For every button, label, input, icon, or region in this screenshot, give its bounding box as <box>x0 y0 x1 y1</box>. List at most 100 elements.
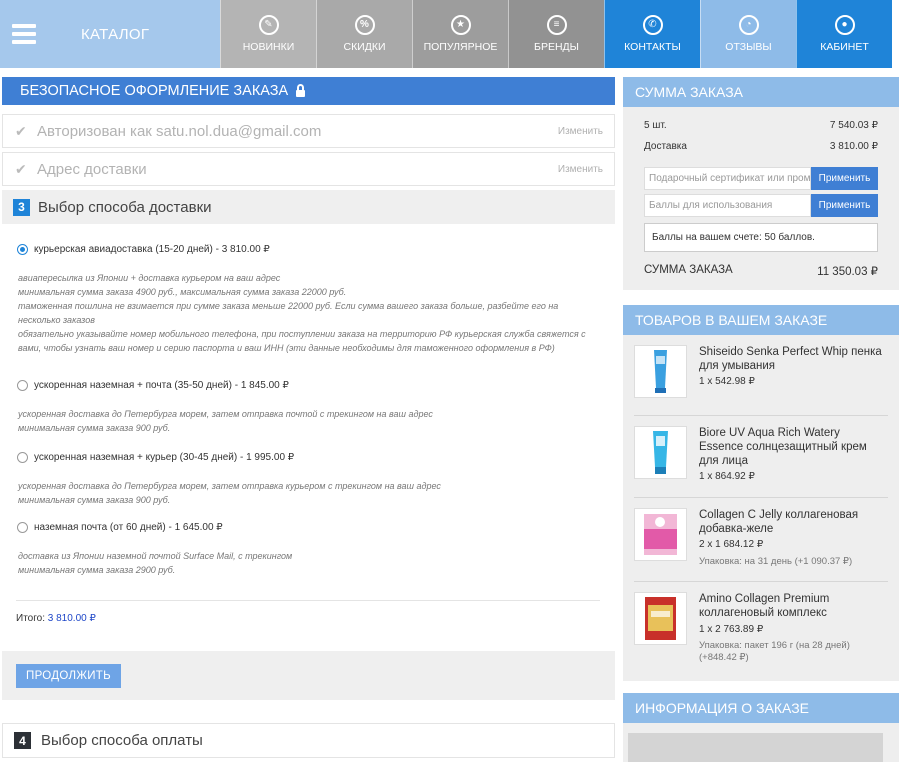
order-total-value: 11 350.03 ₽ <box>817 266 878 278</box>
change-address-link[interactable]: Изменить <box>558 164 603 175</box>
lock-icon <box>296 83 306 97</box>
description-line: минимальная сумма заказа 900 руб. <box>18 423 171 433</box>
auth-text: Авторизован как satu.nol.dua@gmail.com <box>37 122 322 140</box>
nav-item-label: СКИДКИ <box>343 41 386 53</box>
nav-item-reviews[interactable]: ◔ ОТЗЫВЫ <box>700 0 796 68</box>
check-icon: ✔ <box>15 160 27 177</box>
description-line: таможенная пошлина не взимается при сумм… <box>18 301 559 325</box>
delivery-option: ускоренная наземная + почта (35-50 дней)… <box>2 380 615 435</box>
product-qty: 1 x 2 763.89 ₽ <box>699 624 764 635</box>
description-line: обязательно указывайте номер мобильного … <box>18 329 586 353</box>
delivery-option-label[interactable]: ускоренная наземная + почта (35-50 дней)… <box>34 380 289 391</box>
total-value: 3 810.00 ₽ <box>47 613 96 624</box>
nav-item-new[interactable]: ✎ НОВИНКИ <box>220 0 316 68</box>
order-info-title: ИНФОРМАЦИЯ О ЗАКАЗЕ <box>623 693 899 723</box>
nav-item-label: КОНТАКТЫ <box>624 41 681 53</box>
product-packaging: Упаковка: на 31 день (+1 090.37 ₽) <box>699 556 853 567</box>
tag-icon: ✎ <box>258 15 279 35</box>
change-auth-link[interactable]: Изменить <box>558 126 603 137</box>
product-image[interactable] <box>634 592 687 645</box>
delivery-radio[interactable] <box>17 452 28 463</box>
secure-checkout-title: БЕЗОПАСНОЕ ОФОРМЛЕНИЕ ЗАКАЗА <box>20 83 289 99</box>
check-icon: ✔ <box>15 122 27 139</box>
delivery-radio[interactable] <box>17 380 28 391</box>
delivery-option-label[interactable]: ускоренная наземная + курьер (30-45 дней… <box>34 452 294 463</box>
description-line: ускоренная доставка до Петербурга морем,… <box>18 481 441 491</box>
description-line: минимальная сумма заказа 4900 руб., макс… <box>18 287 347 297</box>
delivery-option-description: ускоренная доставка до Петербурга морем,… <box>18 407 598 435</box>
percent-icon: % <box>354 15 375 35</box>
promo-code-input[interactable]: Подарочный сертификат или промо-код <box>644 167 811 190</box>
delivery-option-description: авиапересылка из Японии + доставка курье… <box>18 271 598 355</box>
top-navigation: КАТАЛОГ ✎ НОВИНКИ % СКИДКИ ★ ПОПУЛЯРНОЕ … <box>0 0 900 68</box>
description-line: минимальная сумма заказа 2900 руб. <box>18 565 176 575</box>
product-name[interactable]: Amino Collagen Premium коллагеновый комп… <box>699 592 884 620</box>
description-line: авиапересылка из Японии + доставка курье… <box>18 273 281 283</box>
order-total-label: СУММА ЗАКАЗА <box>644 264 733 276</box>
apply-points-button[interactable]: Применить <box>811 194 878 217</box>
cart-item: Biore UV Aqua Rich Watery Essence солнце… <box>634 426 888 486</box>
list-icon: ≡ <box>546 15 567 35</box>
items-label: 5 шт. <box>644 120 667 131</box>
cart-panel: ТОВАРОВ В ВАШЕМ ЗАКАЗЕ Shiseido Senka Pe… <box>623 305 899 681</box>
step-number-badge: 3 <box>13 198 30 216</box>
description-line: минимальная сумма заказа 900 руб. <box>18 495 171 505</box>
delivery-option-description: ускоренная доставка до Петербурга морем,… <box>18 479 598 507</box>
nav-item-account[interactable]: ● КАБИНЕТ <box>796 0 892 68</box>
product-image[interactable] <box>634 426 687 479</box>
product-qty: 1 x 542.98 ₽ <box>699 376 755 387</box>
divider <box>16 600 600 601</box>
order-info-placeholder <box>628 733 883 762</box>
step-number-badge: 4 <box>14 732 31 749</box>
catalog-menu-button[interactable]: КАТАЛОГ <box>0 0 220 68</box>
divider <box>634 415 888 416</box>
delivery-option-label[interactable]: курьерская авиадоставка (15-20 дней) - 3… <box>34 244 270 255</box>
user-icon: ● <box>834 15 855 35</box>
nav-item-discounts[interactable]: % СКИДКИ <box>316 0 412 68</box>
rss-icon: ◔ <box>738 15 759 35</box>
product-name[interactable]: Biore UV Aqua Rich Watery Essence солнце… <box>699 426 884 468</box>
product-name[interactable]: Shiseido Senka Perfect Whip пенка для ум… <box>699 345 884 373</box>
secure-checkout-header: БЕЗОПАСНОЕ ОФОРМЛЕНИЕ ЗАКАЗА <box>2 77 615 105</box>
nav-item-label: КАБИНЕТ <box>820 41 869 53</box>
continue-button[interactable]: ПРОДОЛЖИТЬ <box>16 664 121 688</box>
nav-item-label: БРЕНДЫ <box>534 41 579 53</box>
items-value: 7 540.03 ₽ <box>829 120 878 131</box>
product-qty: 1 x 864.92 ₽ <box>699 471 755 482</box>
delivery-value: 3 810.00 ₽ <box>829 141 878 152</box>
delivery-radio[interactable] <box>17 522 28 533</box>
product-image[interactable] <box>634 508 687 561</box>
nav-item-brands[interactable]: ≡ БРЕНДЫ <box>508 0 604 68</box>
product-image[interactable] <box>634 345 687 398</box>
phone-icon: ✆ <box>642 15 663 35</box>
cart-item: Amino Collagen Premium коллагеновый комп… <box>634 592 888 672</box>
nav-item-label: ПОПУЛЯРНОЕ <box>423 41 498 53</box>
nav-item-popular[interactable]: ★ ПОПУЛЯРНОЕ <box>412 0 508 68</box>
order-summary-panel: СУММА ЗАКАЗА 5 шт. 7 540.03 ₽ Доставка 3… <box>623 77 899 290</box>
step-delivery-title: Выбор способа доставки <box>38 198 212 216</box>
nav-item-label: ОТЗЫВЫ <box>725 41 772 53</box>
step-payment-header[interactable]: 4 Выбор способа оплаты <box>2 723 615 758</box>
divider <box>634 581 888 582</box>
hamburger-icon <box>12 24 36 44</box>
step-delivery-header: 3 Выбор способа доставки <box>2 190 615 224</box>
order-summary-title: СУММА ЗАКАЗА <box>623 77 899 107</box>
product-name[interactable]: Collagen C Jelly коллагеновая добавка-же… <box>699 508 884 536</box>
apply-promo-button[interactable]: Применить <box>811 167 878 190</box>
product-qty: 2 x 1 684.12 ₽ <box>699 539 764 550</box>
delivery-radio[interactable] <box>17 244 28 255</box>
star-icon: ★ <box>450 15 471 35</box>
continue-area: ПРОДОЛЖИТЬ <box>2 651 615 700</box>
nav-item-contacts[interactable]: ✆ КОНТАКТЫ <box>604 0 700 68</box>
delivery-option-label[interactable]: наземная почта (от 60 дней) - 1 645.00 ₽ <box>34 522 223 533</box>
nav-item-label: НОВИНКИ <box>242 41 295 53</box>
step-address: ✔ Адрес доставки Изменить <box>2 152 615 186</box>
points-input[interactable]: Баллы для использования <box>644 194 811 217</box>
delivery-option: курьерская авиадоставка (15-20 дней) - 3… <box>2 244 615 355</box>
step-payment-title: Выбор способа оплаты <box>41 732 203 749</box>
address-text: Адрес доставки <box>37 160 147 178</box>
description-line: ускоренная доставка до Петербурга морем,… <box>18 409 433 419</box>
delivery-label: Доставка <box>644 141 687 152</box>
delivery-option: наземная почта (от 60 дней) - 1 645.00 ₽… <box>2 522 615 577</box>
cart-item: Shiseido Senka Perfect Whip пенка для ум… <box>634 345 888 405</box>
